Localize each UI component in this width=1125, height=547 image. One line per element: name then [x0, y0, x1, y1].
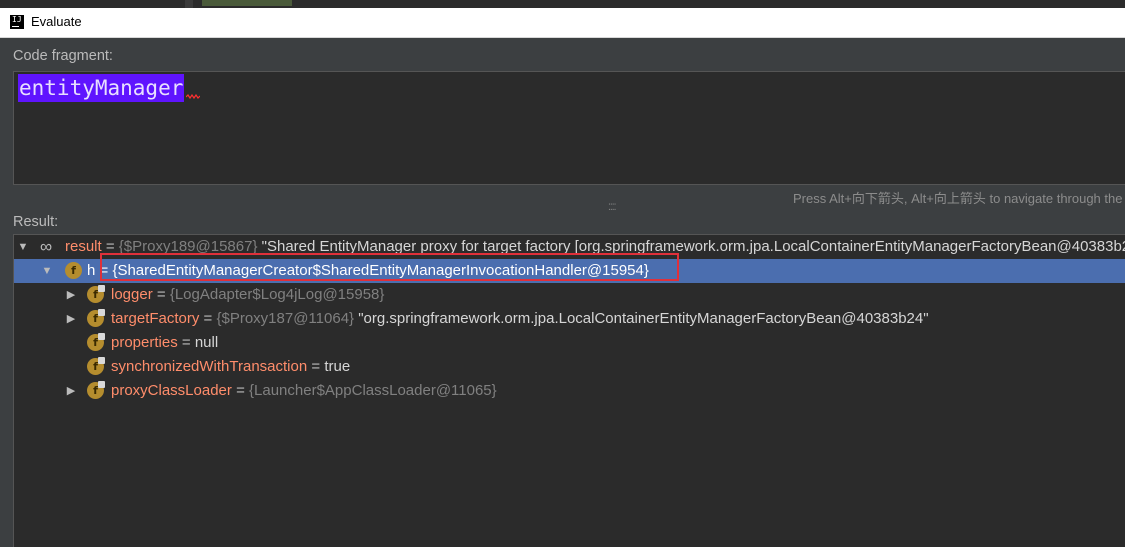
triangle-right-icon[interactable]: ▶ — [65, 379, 77, 403]
triangle-down-icon[interactable]: ▼ — [17, 235, 29, 259]
window-title: Evaluate — [31, 14, 82, 29]
top-strip-segment — [185, 0, 193, 8]
code-fragment-label: Code fragment: — [13, 48, 113, 64]
tree-row-proxy-class-loader[interactable]: ▶ f proxyClassLoader = {Launcher$AppClas… — [14, 379, 1125, 403]
tree-row-target-factory[interactable]: ▶ f targetFactory = {$Proxy187@11064} "o… — [14, 307, 1125, 331]
infinity-icon: ∞ — [40, 237, 52, 256]
code-fragment-editor[interactable]: entityManager — [13, 71, 1125, 185]
annotation-highlight-box — [100, 253, 679, 281]
tree-row-synchronized[interactable]: f synchronizedWithTransaction = true — [14, 355, 1125, 379]
field-f-icon: f — [87, 309, 105, 327]
code-fragment-text[interactable]: entityManager — [18, 74, 185, 102]
result-label: Result: — [13, 214, 59, 230]
triangle-right-icon[interactable]: ▶ — [65, 307, 77, 331]
title-bar: IJ Evaluate — [0, 8, 1125, 38]
history-hint: Press Alt+向下箭头, Alt+向上箭头 to navigate thr… — [793, 191, 1125, 206]
top-strip — [0, 0, 1125, 8]
error-squiggle — [186, 94, 200, 100]
tree-row-properties[interactable]: f properties = null — [14, 331, 1125, 355]
top-strip-segment — [202, 0, 292, 6]
triangle-right-icon[interactable]: ▶ — [65, 283, 77, 307]
field-f-icon: f — [65, 262, 82, 279]
intellij-icon: IJ — [10, 15, 24, 29]
field-f-icon: f — [87, 381, 105, 399]
field-f-icon: f — [87, 285, 105, 303]
splitter-grip-icon[interactable]: ⁚⁚⁚⁚ — [608, 203, 617, 213]
field-f-icon: f — [87, 357, 105, 375]
field-f-icon: f — [87, 333, 105, 351]
triangle-down-icon[interactable]: ▼ — [41, 259, 53, 283]
tree-row-logger[interactable]: ▶ f logger = {LogAdapter$Log4jLog@15958} — [14, 283, 1125, 307]
